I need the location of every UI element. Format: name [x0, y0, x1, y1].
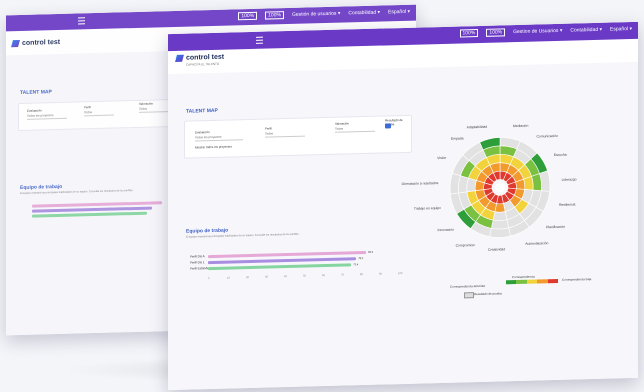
- radar-segment: [489, 227, 511, 238]
- filter-label: Valoración: [335, 121, 349, 126]
- legend-label: Correspondencia baja: [562, 277, 592, 282]
- filter-select[interactable]: Todos los proyectos: [27, 112, 67, 120]
- axis-tick: 40: [284, 275, 287, 279]
- bar-label: Perfil Dis A: [190, 254, 205, 259]
- filter-button[interactable]: [385, 123, 391, 129]
- legend-gradient: [506, 278, 559, 285]
- radar-segment: [490, 219, 510, 230]
- logo-icon: [175, 54, 184, 62]
- logo-subtitle: CAPACITA EL TALENTO: [186, 61, 220, 67]
- filter-select[interactable]: Todos: [139, 106, 169, 113]
- radar-label: Empatía: [450, 136, 464, 141]
- filter-select[interactable]: Todos: [84, 109, 114, 117]
- axis-tick: 30: [265, 275, 268, 279]
- user-management-menu[interactable]: Gestión de usuarios ▾: [292, 11, 340, 18]
- filter-label: Valoración: [139, 101, 153, 106]
- axis-tick: 80: [360, 273, 363, 277]
- filter-label: Evaluación: [27, 108, 42, 113]
- filter-label: Perfil: [265, 126, 272, 131]
- language-menu[interactable]: Español ▾: [610, 26, 632, 33]
- radar-label: Planificación: [546, 225, 566, 230]
- filter-label: Perfil: [84, 105, 91, 110]
- axis-tick: 50: [303, 274, 306, 278]
- hamburger-icon[interactable]: [78, 17, 85, 25]
- axis-tick: 90: [379, 272, 382, 276]
- axis-tick: 20: [246, 276, 249, 280]
- hamburger-icon[interactable]: [256, 36, 263, 44]
- bar-chart: Perfil Dis A 83.2 Perfil Dis 1 78.0 Perfil E…: [190, 245, 440, 312]
- axis-tick: 100: [398, 272, 403, 276]
- radar-segment: [492, 211, 508, 221]
- user-management-menu[interactable]: Gestion de Usuarios ▾: [513, 28, 562, 35]
- axis-tick: 60: [322, 274, 325, 278]
- logo-icon: [11, 40, 20, 48]
- page-title: TALENT MAP: [186, 107, 218, 115]
- zoom-box[interactable]: 100%: [486, 28, 506, 37]
- filter-label: Evaluación: [195, 130, 210, 135]
- legend-box: [464, 292, 474, 299]
- zoom-box[interactable]: 100%: [459, 29, 479, 38]
- zoom-box[interactable]: 100%: [265, 11, 284, 20]
- radar-label: Mediación: [512, 124, 529, 129]
- radar-label: Comunicación: [536, 133, 558, 139]
- bar: [208, 263, 352, 271]
- accounting-menu[interactable]: Contabilidad ▾: [348, 10, 380, 17]
- radar-label: Resiliencia: [558, 202, 576, 208]
- filter-card: Evaluación Todos los proyectos Perfil To…: [18, 98, 190, 132]
- radar-chart: [449, 137, 551, 238]
- radar-label: Adaptabilidad: [466, 125, 488, 130]
- main-window: 100% 100% Gestion de Usuarios ▾ Contabil…: [168, 21, 638, 391]
- legend-label: Correspondencia absoluta: [450, 283, 486, 289]
- radar-label: Trabajo en equipo: [413, 206, 442, 211]
- top-bar: 100% 100% Gestión de usuarios ▾ Contabil…: [6, 4, 416, 32]
- logo: control test CAPACITA EL TALENTO: [175, 53, 225, 67]
- zoom-box[interactable]: 100%: [238, 11, 258, 21]
- page-title: TALENT MAP: [20, 89, 52, 97]
- filter-card: Evaluación Todos los proyectos Perfil To…: [184, 114, 412, 159]
- logo: control test: [11, 38, 61, 48]
- legend-label: Resultado de prueba: [474, 291, 502, 297]
- bar-series-3: [32, 211, 147, 218]
- axis-tick: 0: [208, 277, 210, 281]
- rating-select[interactable]: Todos: [335, 125, 375, 133]
- bar-value: 78.0: [358, 257, 364, 261]
- radar-labels: Mediación Comunicación Escucha Liderazgo Res…: [168, 62, 638, 252]
- radar-label: Visión: [437, 155, 447, 161]
- logo-text: control test: [186, 53, 225, 62]
- radar-label: Compromiso: [455, 242, 475, 248]
- section-title: Equipo de trabajo: [20, 183, 63, 192]
- radar-label: Liderazgo: [561, 176, 577, 182]
- legend-label: Correspondencia: [512, 274, 535, 280]
- evaluation-select[interactable]: Todos los proyectos: [195, 134, 243, 142]
- axis-tick: 10: [227, 276, 230, 280]
- radar-label: Autoevaluación: [525, 240, 549, 246]
- bar-label: Perfil Estándar: [190, 266, 210, 271]
- radar-label: Creatividad: [488, 247, 506, 252]
- radar-label: Orientación a resultados: [401, 180, 439, 186]
- bar-value: 83.2: [368, 250, 374, 254]
- radar-label: Escucha: [553, 152, 567, 158]
- radar-center: [495, 182, 505, 193]
- show-all-checkbox[interactable]: Mostrar todos los proyectos: [195, 144, 232, 149]
- profile-select[interactable]: Todos: [265, 130, 305, 138]
- logo-text: control test: [22, 38, 61, 47]
- accounting-menu[interactable]: Contabilidad ▾: [570, 27, 602, 34]
- bar-label: Perfil Dis 1: [190, 260, 205, 265]
- radar-segment: [523, 175, 534, 191]
- section-title: Equipo de trabajo: [186, 227, 229, 235]
- axis-tick: 70: [341, 273, 344, 277]
- main-area: TALENT MAP Evaluación Todos los proyecto…: [168, 61, 638, 391]
- bar-value: 75.4: [353, 263, 359, 267]
- radar-label: Innovación: [437, 228, 454, 233]
- language-menu[interactable]: Español ▾: [388, 9, 410, 16]
